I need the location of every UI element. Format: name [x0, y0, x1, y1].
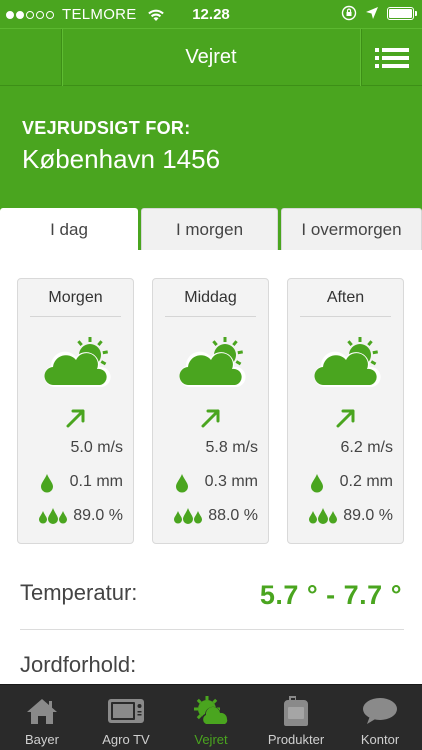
rain-amount: 0.1 mm: [69, 473, 123, 490]
rain-amount: 0.3 mm: [204, 473, 258, 490]
status-bar: TELMORE 12.28: [0, 0, 422, 28]
wind-direction-arrow-icon: [336, 409, 355, 428]
rotation-lock-icon: [341, 5, 357, 21]
card-divider: [165, 316, 256, 317]
weather-icon: [194, 696, 230, 725]
forecast-period: Aften: [326, 289, 365, 306]
location-arrow-icon: [366, 7, 378, 19]
tabbar-label: Agro TV: [102, 732, 150, 747]
rain-row: 0.1 mm: [18, 473, 133, 493]
tabbar-item-kontor[interactable]: Kontor: [338, 685, 422, 750]
tabbar-label: Produkter: [267, 732, 325, 747]
rain-row: 0.2 mm: [288, 473, 403, 493]
forecast-card-morning: Morgen 5.0 m/s 0.1 mm 89.0 %: [17, 278, 134, 544]
card-divider: [30, 316, 121, 317]
temperature-label: Temperatur:: [20, 580, 138, 605]
nav-title: Vejret: [185, 46, 237, 68]
humidity-row: 89.0 %: [288, 507, 403, 527]
forecast-period: Morgen: [48, 289, 103, 306]
battery-icon: [387, 6, 417, 20]
tabbar-label: Vejret: [194, 732, 228, 747]
tab-day-after-tomorrow[interactable]: I overmorgen: [281, 208, 422, 250]
status-icons: [341, 5, 417, 21]
tabbar-label: Bayer: [25, 732, 59, 747]
rain-amount: 0.2 mm: [339, 473, 393, 490]
partly-cloudy-icon: [314, 337, 381, 387]
rain-drop-icon: [41, 474, 53, 493]
wind-speed: 5.8 m/s: [205, 439, 258, 456]
humidity: 89.0 %: [73, 507, 123, 524]
forecast-label: VEJRUDSIGT FOR:: [22, 118, 191, 138]
forecast-location: København 1456: [22, 144, 221, 174]
humidity-row: 89.0 %: [18, 507, 133, 527]
soil-label[interactable]: Jordforhold:: [20, 652, 136, 678]
tabbar-label: Kontor: [360, 732, 400, 747]
chat-bubble-icon: [363, 698, 397, 724]
wind-speed-row: 5.8 m/s: [153, 439, 268, 459]
partly-cloudy-icon: [44, 337, 111, 387]
tabbar-item-bayer[interactable]: Bayer: [0, 685, 84, 750]
rain-row: 0.3 mm: [153, 473, 268, 493]
navigation-bar: Vejret: [0, 28, 422, 87]
section-divider: [20, 629, 404, 630]
wind-speed: 5.0 m/s: [70, 439, 123, 456]
wind-speed-row: 6.2 m/s: [288, 439, 403, 459]
forecast-header: VEJRUDSIGT FOR: København 1456: [0, 86, 422, 208]
wind-speed: 6.2 m/s: [340, 439, 393, 456]
humidity-row: 88.0 %: [153, 507, 268, 527]
product-can-icon: [284, 696, 308, 726]
card-divider: [300, 316, 391, 317]
tab-tomorrow[interactable]: I morgen: [141, 208, 278, 250]
tabbar-item-produkter[interactable]: Produkter: [254, 685, 338, 750]
humidity-drops-icon: [39, 508, 67, 524]
partly-cloudy-icon: [179, 337, 246, 387]
home-icon: [27, 699, 57, 724]
temperature-value: 5.7 ° - 7.7 °: [259, 580, 402, 610]
rain-drop-icon: [311, 474, 323, 493]
day-tabs: I dag I morgen I overmorgen: [0, 208, 422, 250]
menu-button[interactable]: [362, 29, 422, 87]
forecast-cards: Morgen 5.0 m/s 0.1 mm 89.0 % Middag 5.8 …: [0, 278, 422, 544]
list-menu-icon: [375, 48, 409, 68]
wind-direction-arrow-icon: [201, 409, 220, 428]
forecast-card-evening: Aften 6.2 m/s 0.2 mm 89.0 %: [287, 278, 404, 544]
rain-drop-icon: [176, 474, 188, 493]
humidity-drops-icon: [174, 508, 202, 524]
tab-today[interactable]: I dag: [0, 208, 138, 250]
forecast-card-midday: Middag 5.8 m/s 0.3 mm 88.0 %: [152, 278, 269, 544]
forecast-period: Middag: [184, 289, 237, 306]
tabbar-item-agro-tv[interactable]: Agro TV: [84, 685, 168, 750]
tv-icon: [108, 699, 144, 723]
tabbar-item-vejret[interactable]: Vejret: [168, 685, 254, 750]
humidity-drops-icon: [309, 508, 337, 524]
wind-direction-arrow-icon: [66, 409, 85, 428]
humidity: 88.0 %: [208, 507, 258, 524]
bottom-tab-bar: Bayer Agro TV Vejret Produkter Kontor: [0, 684, 422, 750]
humidity: 89.0 %: [343, 507, 393, 524]
wind-speed-row: 5.0 m/s: [18, 439, 133, 459]
